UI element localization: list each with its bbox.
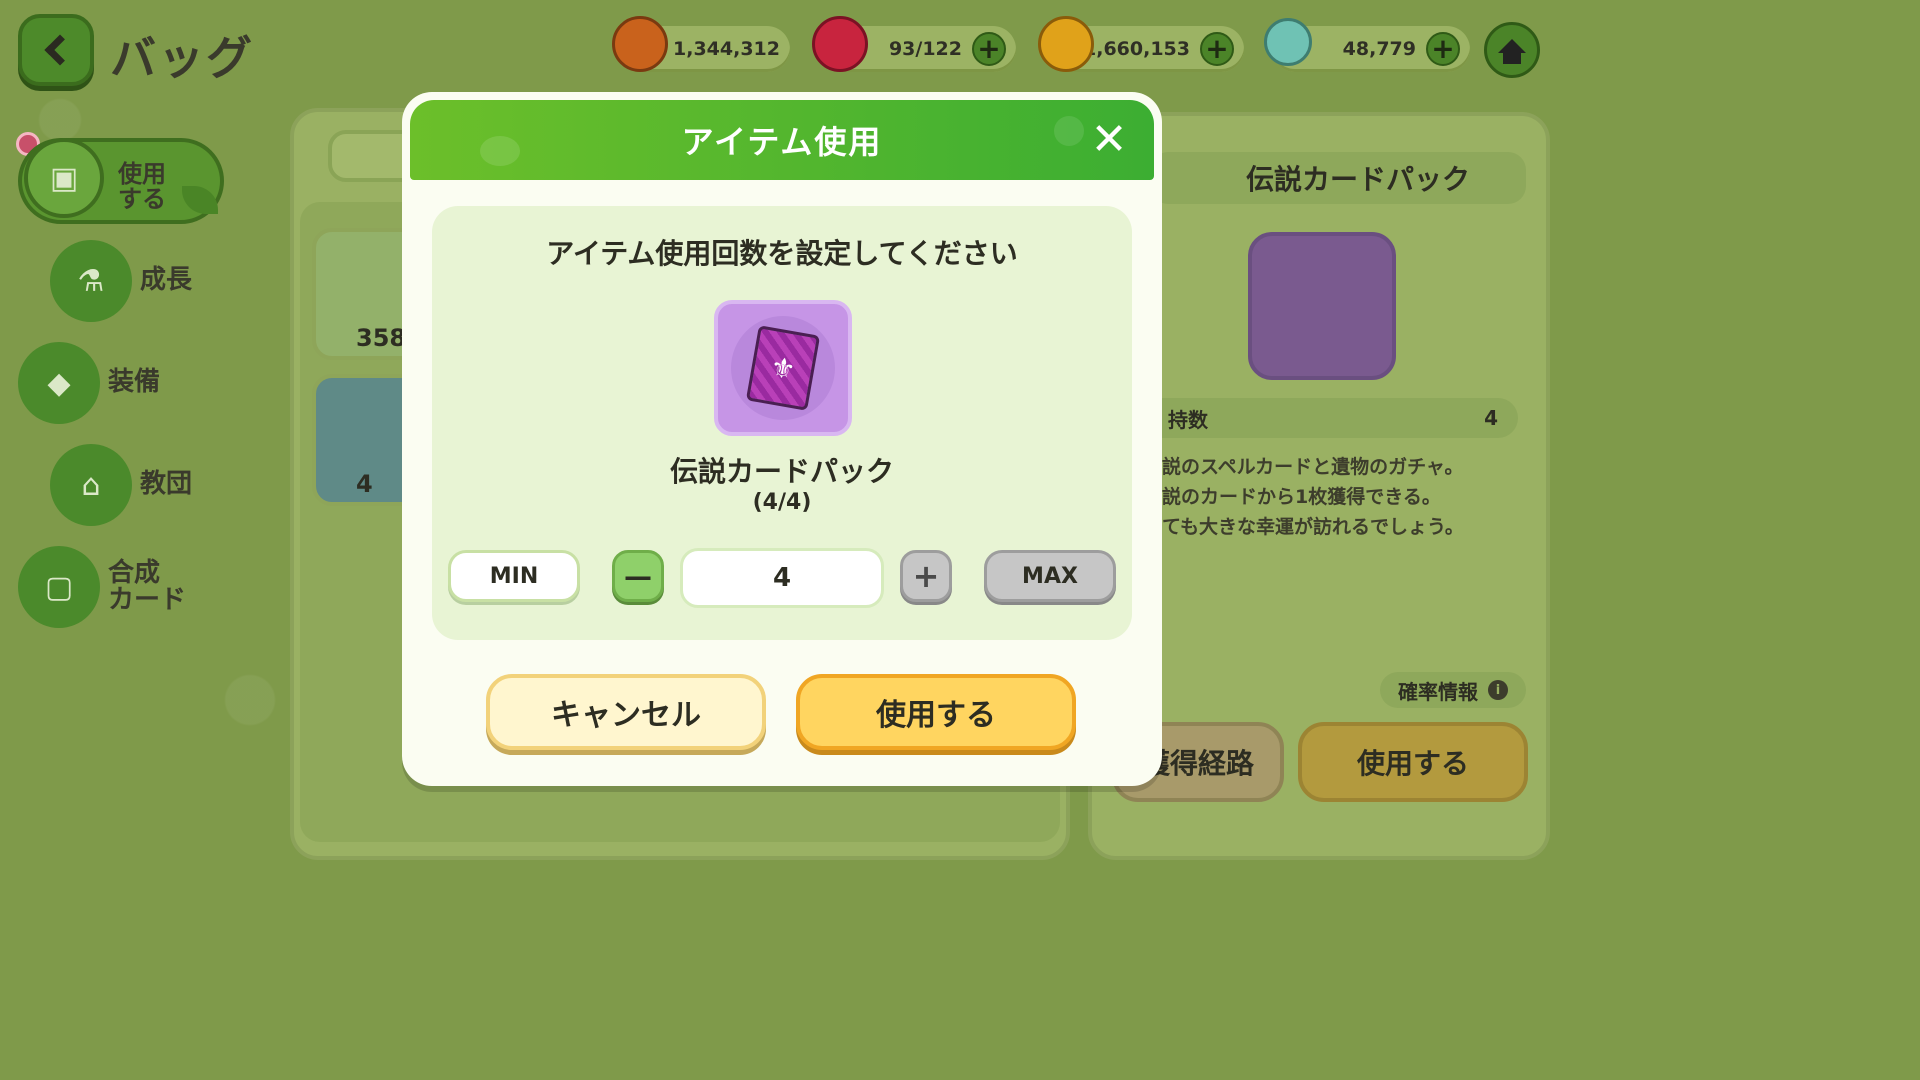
quantity-field[interactable]: 4 xyxy=(680,548,884,608)
minus-icon: — xyxy=(624,559,652,593)
card-pack-icon: ⚜ xyxy=(745,325,821,411)
dialog-header: アイテム使用 ✕ xyxy=(410,100,1154,180)
cancel-button-label: キャンセル xyxy=(551,698,701,733)
quantity-controls: MIN — 4 + MAX xyxy=(448,548,1116,608)
header-decoration xyxy=(480,136,520,166)
item-count: (4/4) xyxy=(752,490,812,515)
use-button-label: 使用する xyxy=(876,698,996,733)
dialog-title: アイテム使用 xyxy=(681,123,883,161)
max-button[interactable]: MAX xyxy=(984,550,1116,602)
min-button[interactable]: MIN xyxy=(448,550,580,602)
dialog-body: アイテム使用回数を設定してください ⚜ 伝説カードパック (4/4) MIN —… xyxy=(432,206,1132,640)
item-frame: ⚜ xyxy=(714,300,852,436)
max-button-label: MAX xyxy=(1022,563,1078,589)
item-name: 伝説カードパック xyxy=(669,455,894,488)
item-use-dialog: アイテム使用 ✕ アイテム使用回数を設定してください ⚜ 伝説カードパック (4… xyxy=(402,92,1162,786)
use-button[interactable]: 使用する xyxy=(796,674,1076,750)
quantity-value: 4 xyxy=(772,563,792,593)
cancel-button[interactable]: キャンセル xyxy=(486,674,766,750)
dialog-prompt: アイテム使用回数を設定してください xyxy=(546,237,1018,270)
header-decoration xyxy=(1054,116,1084,146)
item-inner: ⚜ xyxy=(731,316,835,420)
close-icon[interactable]: ✕ xyxy=(1084,114,1134,165)
increment-button[interactable]: + xyxy=(900,550,952,602)
plus-icon: + xyxy=(912,557,940,595)
min-button-label: MIN xyxy=(489,563,539,589)
decrement-button[interactable]: — xyxy=(612,550,664,602)
